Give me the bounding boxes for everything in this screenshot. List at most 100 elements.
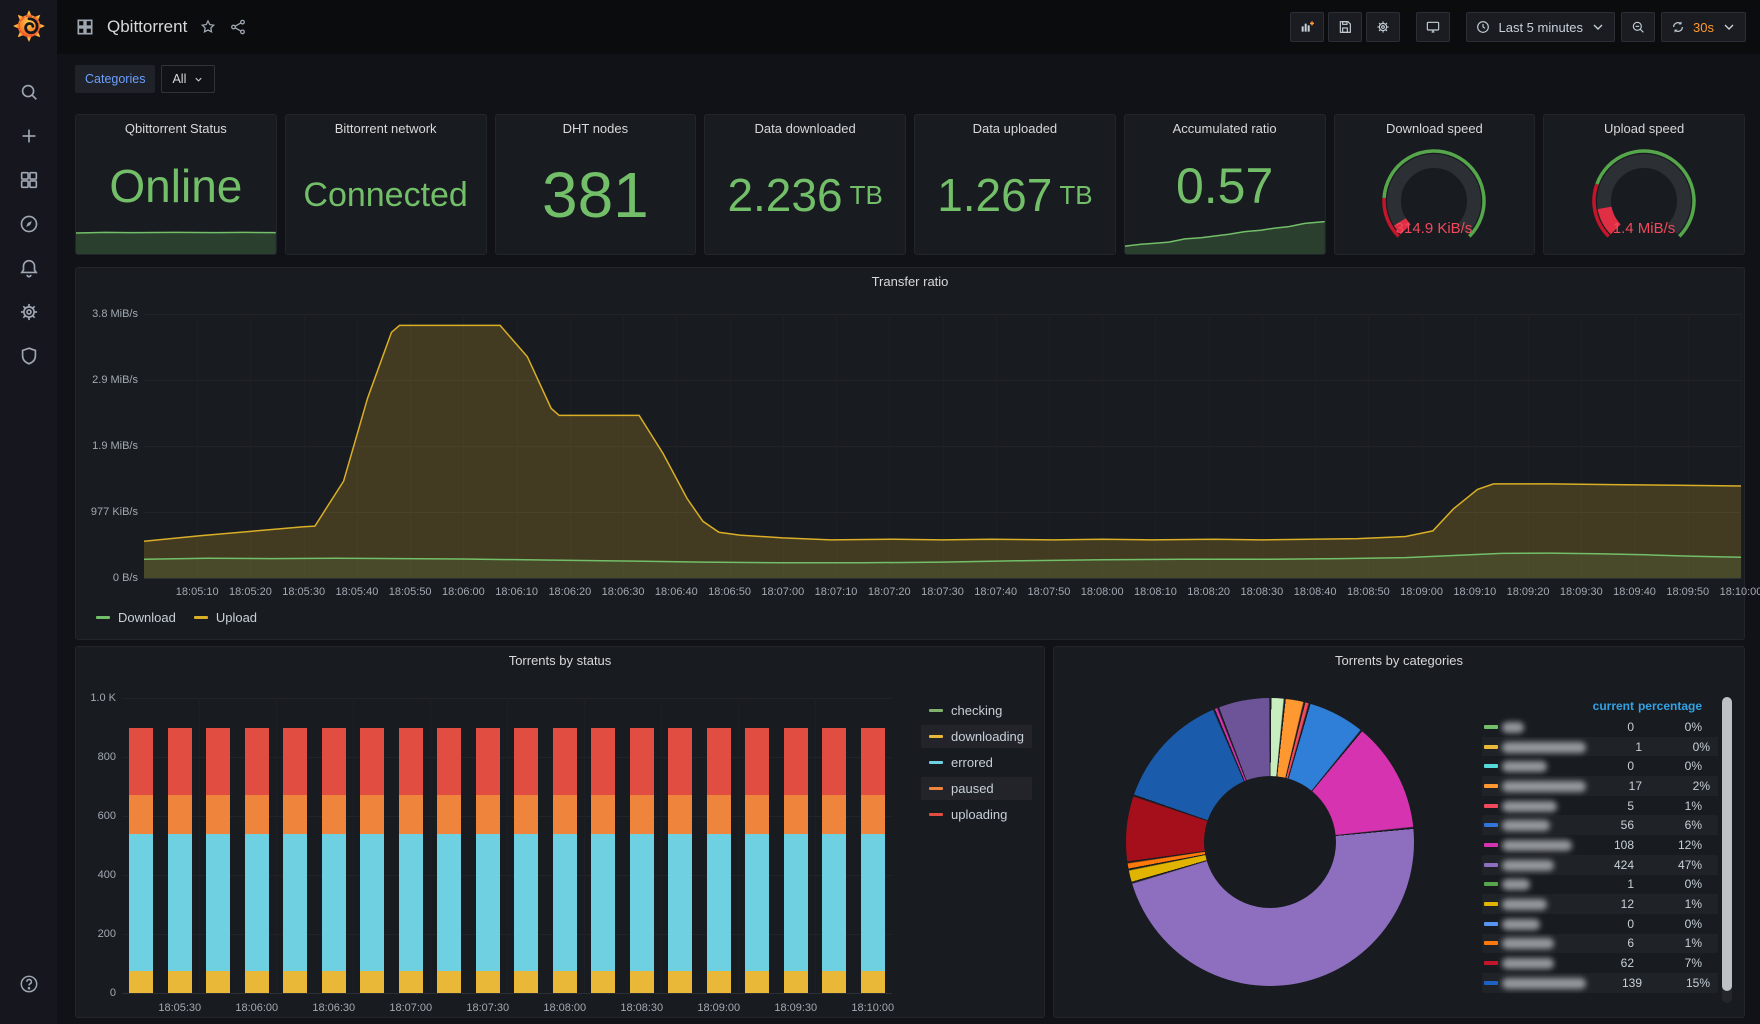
bar-segment-errored xyxy=(129,833,154,971)
add-panel-button[interactable] xyxy=(1290,12,1325,42)
bar-segment-errored xyxy=(360,833,385,971)
legend-item-download[interactable]: Download xyxy=(96,610,176,625)
bar-segment-downloading xyxy=(822,970,847,993)
variable-label-categories[interactable]: Categories xyxy=(75,65,156,93)
bar-segment-uploading xyxy=(745,727,770,796)
star-icon[interactable] xyxy=(199,18,217,36)
legend-item-paused[interactable]: paused xyxy=(921,777,1033,800)
stats-row: Qbittorrent Status Online Bittorrent netwo… xyxy=(75,114,1745,255)
bar-segment-errored xyxy=(206,833,231,971)
cell-percentage: 1% xyxy=(1684,936,1702,951)
gauge: 314.9 KiB/s xyxy=(1382,149,1487,238)
bar-segment-paused xyxy=(514,795,539,834)
panel-title[interactable]: Transfer ratio xyxy=(76,274,1744,289)
share-icon[interactable] xyxy=(229,18,247,36)
gridline xyxy=(661,698,662,993)
stacked-bar xyxy=(668,698,693,993)
dashboard-settings-button[interactable] xyxy=(1366,12,1401,42)
category-row: 424 47% xyxy=(1482,855,1718,875)
x-axis-label: 18:05:20 xyxy=(229,586,272,598)
shield-icon[interactable] xyxy=(17,344,41,368)
column-header-percentage[interactable]: percentage xyxy=(1634,699,1702,713)
bar-segment-paused xyxy=(552,795,577,834)
panel-title[interactable]: Upload speed xyxy=(1544,121,1744,136)
dashboard-grid-icon[interactable] xyxy=(75,17,95,37)
bar-segment-uploading xyxy=(822,727,847,796)
x-axis-label: 18:08:30 xyxy=(620,1002,664,1014)
time-range-label: Last 5 minutes xyxy=(1498,19,1584,35)
legend-color-dash xyxy=(1484,803,1498,808)
legend-item-upload[interactable]: Upload xyxy=(193,610,257,625)
redacted-category-name xyxy=(1502,800,1557,812)
legend-color-dash xyxy=(929,735,943,738)
x-axis-label: 18:08:10 xyxy=(1134,586,1177,598)
legend-item-downloading[interactable]: downloading xyxy=(921,725,1033,748)
compass-icon[interactable] xyxy=(17,212,41,236)
stacked-bar xyxy=(514,698,539,993)
panel-title[interactable]: Data uploaded xyxy=(915,121,1115,136)
x-axis-label: 18:09:20 xyxy=(1506,586,1550,598)
scrollbar-thumb[interactable] xyxy=(1722,697,1732,991)
grafana-logo[interactable] xyxy=(0,0,57,52)
bar-segment-downloading xyxy=(244,970,269,993)
time-range-picker[interactable]: Last 5 minutes xyxy=(1466,12,1616,42)
tv-mode-button[interactable] xyxy=(1416,12,1451,42)
panel-title[interactable]: Accumulated ratio xyxy=(1125,121,1325,136)
save-dashboard-button[interactable] xyxy=(1328,12,1363,42)
stat-value: 2.236 TB xyxy=(727,168,883,221)
bell-icon[interactable] xyxy=(17,256,41,280)
gridline xyxy=(199,698,200,993)
legend-item-uploading[interactable]: uploading xyxy=(921,803,1032,826)
gridline xyxy=(738,698,739,993)
redacted-category-name xyxy=(1502,761,1547,773)
plus-icon[interactable] xyxy=(17,124,41,148)
zoom-out-button[interactable] xyxy=(1621,12,1656,42)
x-axis-label: 18:07:40 xyxy=(974,586,1018,598)
refresh-button[interactable]: 30s xyxy=(1661,12,1746,42)
variable-value-dropdown[interactable]: All xyxy=(161,65,216,93)
panel-title[interactable]: DHT nodes xyxy=(496,121,696,136)
gauge-value: 1.4 MiB/s xyxy=(1613,220,1676,237)
redacted-category-name xyxy=(1502,741,1586,753)
help-icon[interactable] xyxy=(17,972,41,996)
main-area: Qbittorrent Last 5 minutes 30s Categorie… xyxy=(57,0,1760,1024)
stacked-bar xyxy=(860,698,885,993)
bar-segment-uploading xyxy=(706,727,731,796)
bar-segment-uploading xyxy=(783,727,808,796)
cell-percentage: 1% xyxy=(1684,798,1702,813)
panel-title[interactable]: Torrents by status xyxy=(76,653,1044,668)
panel-title[interactable]: Download speed xyxy=(1335,121,1535,136)
clock-icon xyxy=(1477,21,1490,33)
cell-current: 5 xyxy=(1627,798,1634,813)
column-header-current[interactable]: current xyxy=(1578,699,1634,713)
search-icon[interactable] xyxy=(17,80,41,104)
bar-segment-downloading xyxy=(591,970,616,993)
dashboard-title[interactable]: Qbittorrent xyxy=(107,17,187,37)
legend-item-errored[interactable]: errored xyxy=(921,751,1032,774)
sparkline xyxy=(1124,214,1325,254)
x-axis-label: 18:06:30 xyxy=(601,586,645,598)
bar-segment-errored xyxy=(283,833,308,971)
y-axis-label: 3.8 MiB/s xyxy=(92,308,138,320)
category-row: 1 0% xyxy=(1482,737,1718,757)
table-scrollbar[interactable] xyxy=(1722,697,1732,1003)
chevron-down-icon xyxy=(1724,24,1734,30)
stat-value: Online xyxy=(109,159,243,212)
legend-item-checking[interactable]: checking xyxy=(921,699,1032,722)
panel-title[interactable]: Qbittorrent Status xyxy=(76,121,276,136)
sparkline xyxy=(76,224,276,254)
panel-title[interactable]: Bittorrent network xyxy=(286,121,486,136)
panel-title[interactable]: Torrents by categories xyxy=(1054,653,1744,668)
x-axis-label: 18:06:00 xyxy=(441,586,485,598)
redacted-category-name xyxy=(1502,918,1540,930)
category-row: 12 1% xyxy=(1482,894,1718,914)
gear-icon[interactable] xyxy=(17,300,41,324)
dashboards-icon[interactable] xyxy=(17,168,41,192)
bar-segment-uploading xyxy=(244,727,269,796)
legend-color-dash xyxy=(929,787,943,790)
cell-current: 108 xyxy=(1613,837,1634,852)
stat-unit: TB xyxy=(1059,179,1093,210)
panel-title[interactable]: Data downloaded xyxy=(705,121,905,136)
y-axis-label: 0 B/s xyxy=(112,572,138,584)
legend-color-dash xyxy=(929,813,943,816)
